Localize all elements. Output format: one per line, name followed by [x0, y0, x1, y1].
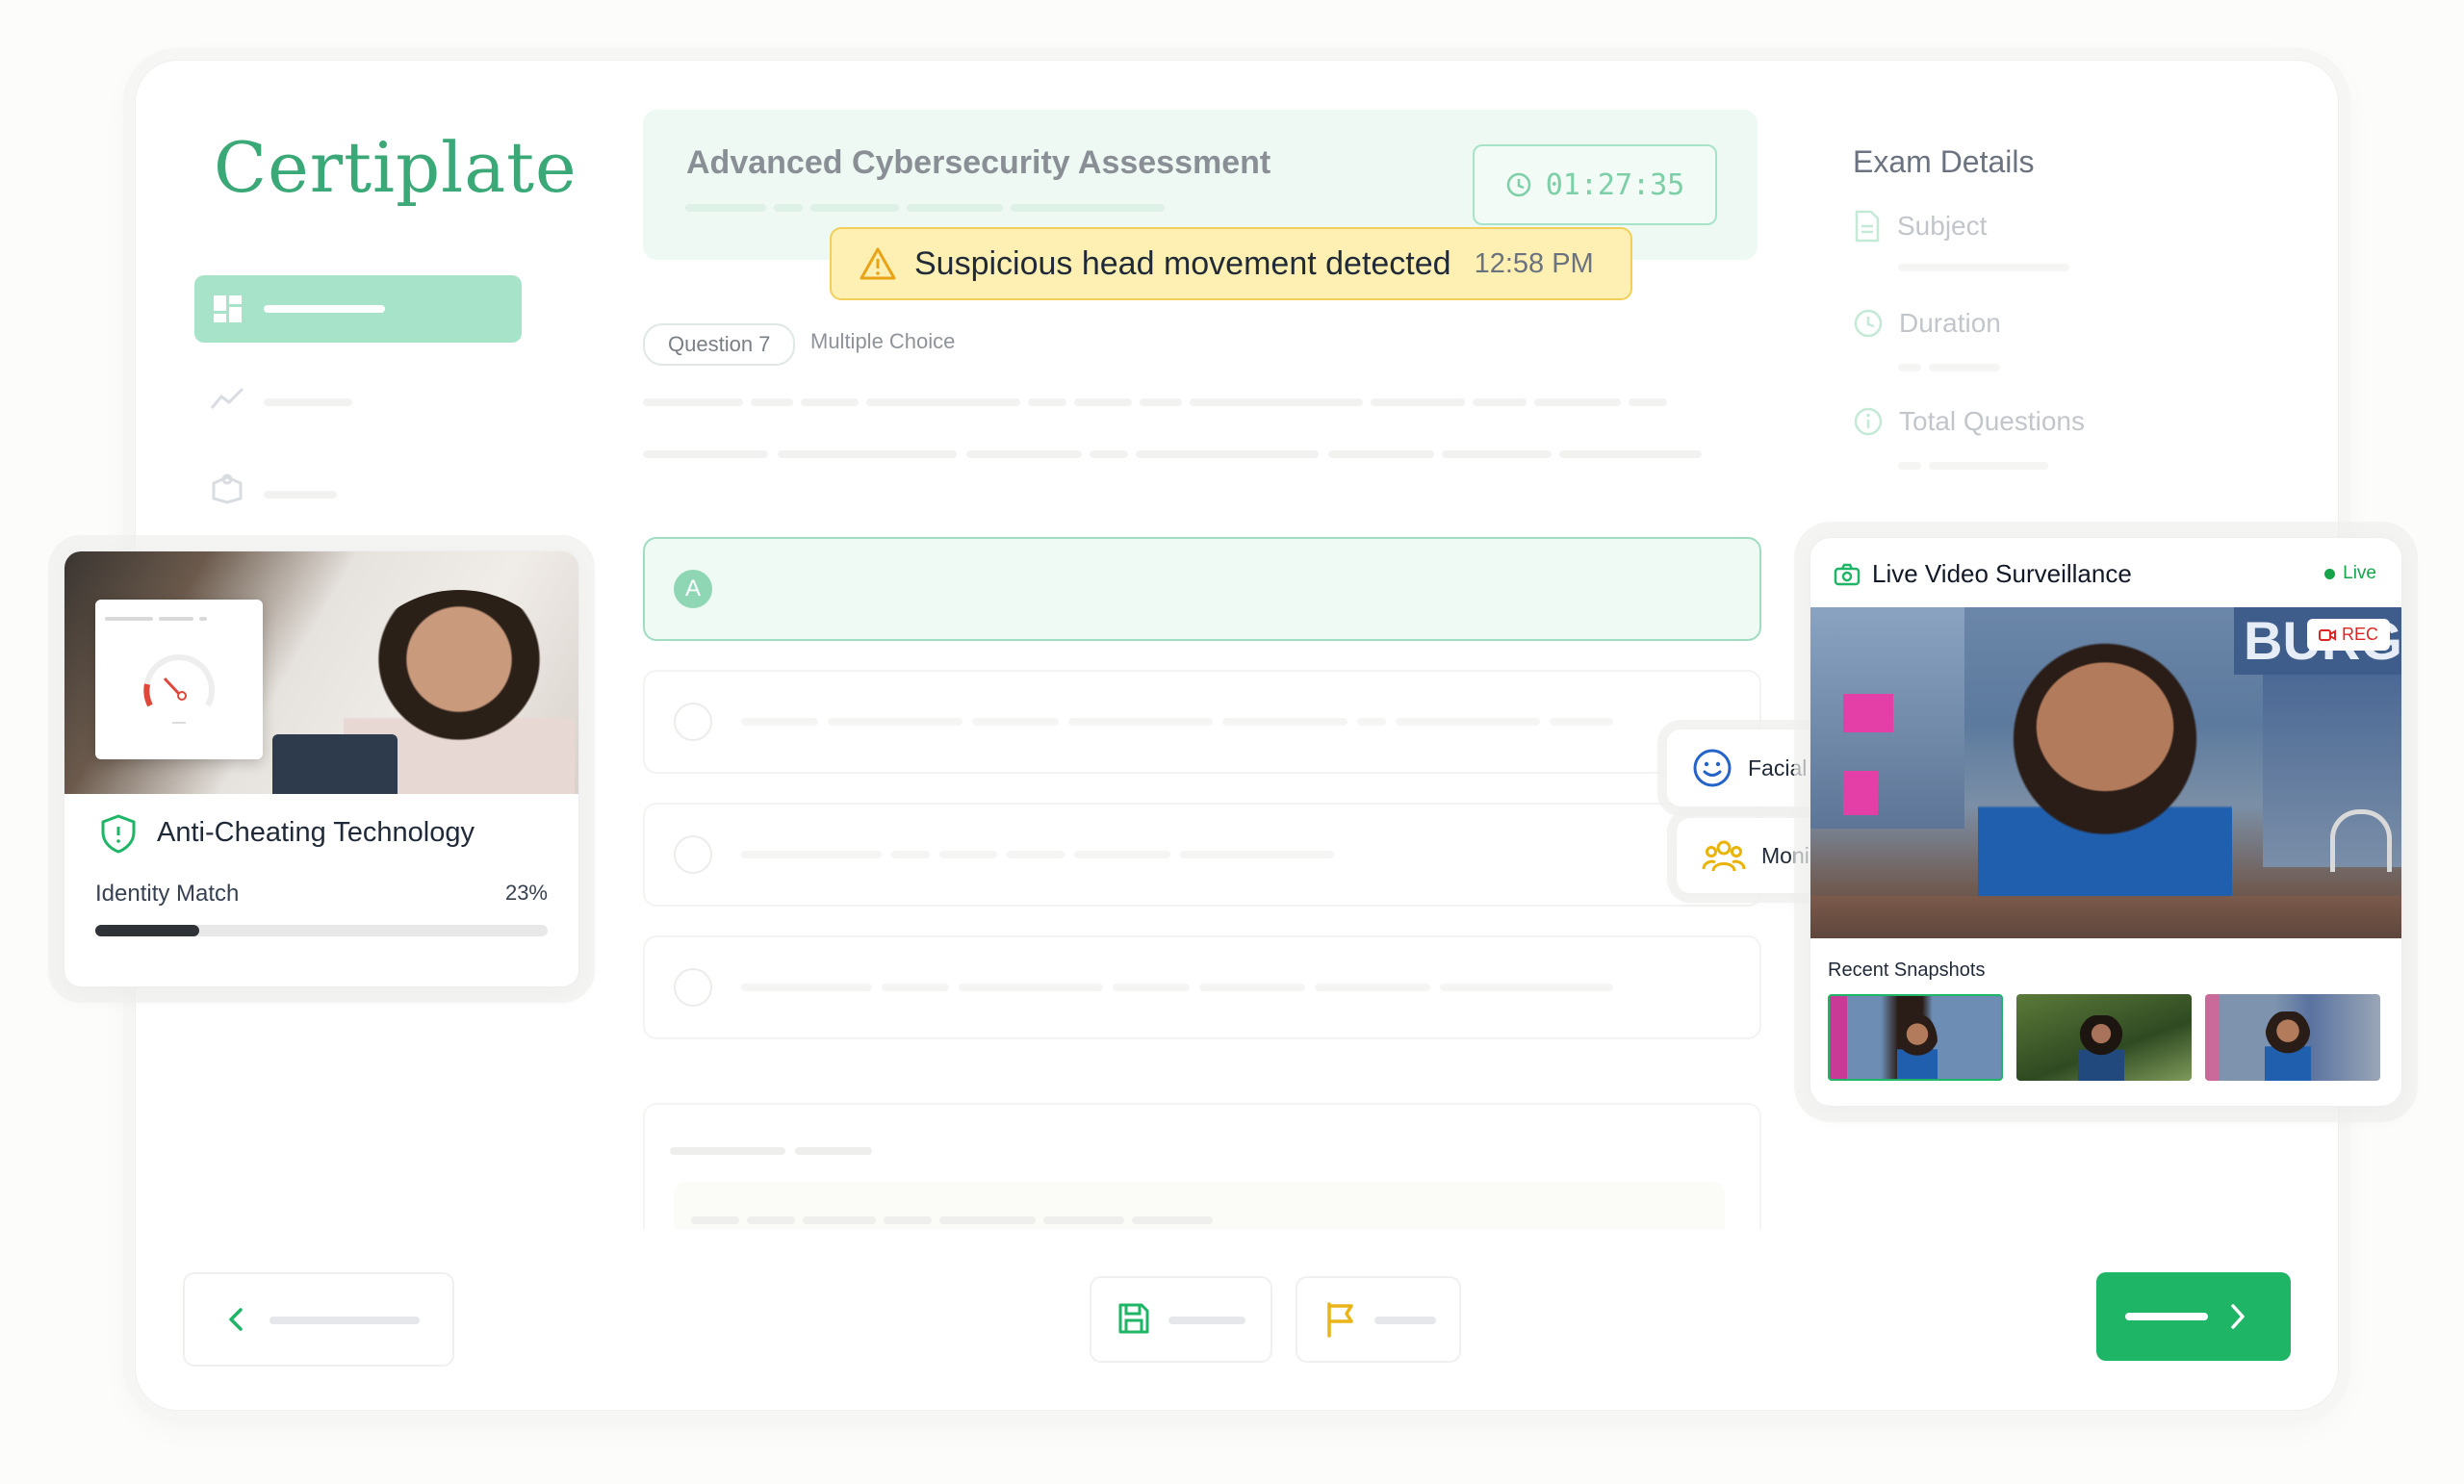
flag-button[interactable] — [1296, 1276, 1461, 1363]
live-status: Live — [2324, 563, 2376, 584]
live-dot-icon — [2324, 568, 2336, 579]
recording-badge: REC — [2306, 619, 2390, 651]
answer-option-c[interactable] — [643, 803, 1761, 907]
detail-total-questions-label: Total Questions — [1899, 406, 2085, 436]
exam-screen-preview — [95, 600, 263, 759]
answer-option-a[interactable]: A — [643, 537, 1761, 641]
question-text-placeholder — [643, 398, 1702, 458]
sidebar-item-analytics[interactable] — [210, 383, 402, 422]
surveillance-title: Live Video Surveillance — [1872, 559, 2132, 588]
gauge-icon — [143, 654, 215, 724]
chevron-left-icon — [229, 1308, 243, 1331]
live-surveillance-card: Live Video Surveillance Live BURG REC Re… — [1810, 537, 2402, 1107]
users-group-icon — [1702, 840, 1746, 872]
snapshot-thumbnail[interactable] — [2016, 994, 2192, 1081]
document-icon — [1855, 210, 1880, 243]
identity-match-value: 23% — [504, 881, 548, 905]
save-icon — [1118, 1303, 1149, 1334]
clock-icon — [1506, 172, 1530, 197]
answer-option-b[interactable] — [643, 670, 1761, 774]
answer-option-d[interactable] — [643, 935, 1761, 1039]
save-button[interactable] — [1090, 1276, 1272, 1363]
chevron-right-icon — [2231, 1304, 2245, 1329]
recording-label: REC — [2341, 625, 2378, 644]
trend-line-icon — [210, 387, 244, 409]
exam-title: Advanced Cybersecurity Assessment — [686, 144, 1271, 181]
flag-icon — [1327, 1302, 1353, 1338]
detail-subject: Subject — [1853, 210, 1987, 243]
previous-button[interactable] — [183, 1272, 454, 1367]
identity-match-progress — [95, 925, 548, 936]
option-b-radio[interactable] — [674, 703, 712, 741]
exam-timer: 01:27:35 — [1473, 144, 1717, 225]
explanation-panel — [643, 1103, 1761, 1230]
question-number-badge: Question 7 — [643, 323, 796, 366]
option-c-radio[interactable] — [674, 835, 712, 874]
anti-cheating-card: Anti-Cheating Technology Identity Match … — [64, 550, 579, 987]
detail-total-questions: Total Questions — [1853, 406, 2085, 437]
snapshot-thumbnail[interactable] — [1828, 994, 2003, 1081]
smiley-face-icon — [1693, 749, 1732, 787]
title-placeholder-lines — [685, 204, 1167, 214]
live-video-feed: BURG REC — [1810, 607, 2401, 938]
warning-triangle-icon — [860, 247, 896, 280]
suspicious-activity-alert: Suspicious head movement detected 12:58 … — [830, 227, 1632, 300]
sidebar-item-courses[interactable] — [210, 472, 402, 510]
alert-message: Suspicious head movement detected — [914, 244, 1451, 282]
option-d-radio[interactable] — [674, 968, 712, 1007]
video-record-icon — [2318, 628, 2336, 641]
clock-icon — [1854, 309, 1883, 338]
package-icon — [212, 473, 243, 504]
recent-snapshots-label: Recent Snapshots — [1828, 959, 1986, 981]
camera-icon — [1834, 563, 1861, 586]
question-type: Multiple Choice — [810, 329, 956, 353]
alert-time: 12:58 PM — [1474, 247, 1594, 279]
timer-value: 01:27:35 — [1545, 167, 1685, 202]
detail-duration-label: Duration — [1899, 308, 2001, 338]
anti-cheating-title: Anti-Cheating Technology — [157, 817, 475, 848]
dashboard-icon — [214, 295, 242, 322]
brand-logo: Certiplate — [214, 127, 578, 208]
shield-check-icon — [101, 814, 136, 854]
candidate-photo — [64, 551, 578, 794]
snapshot-thumbnail[interactable] — [2205, 994, 2380, 1081]
option-a-radio[interactable]: A — [674, 570, 712, 608]
sidebar-item-dashboard[interactable] — [194, 275, 522, 343]
detail-duration: Duration — [1853, 308, 2001, 339]
identity-match-label: Identity Match — [95, 881, 240, 907]
info-icon — [1854, 407, 1883, 436]
exam-details-title: Exam Details — [1853, 144, 2035, 179]
next-button[interactable] — [2096, 1272, 2291, 1361]
live-status-label: Live — [2343, 563, 2376, 583]
identity-match-progress-fill — [95, 925, 200, 936]
detail-subject-label: Subject — [1897, 211, 1988, 241]
